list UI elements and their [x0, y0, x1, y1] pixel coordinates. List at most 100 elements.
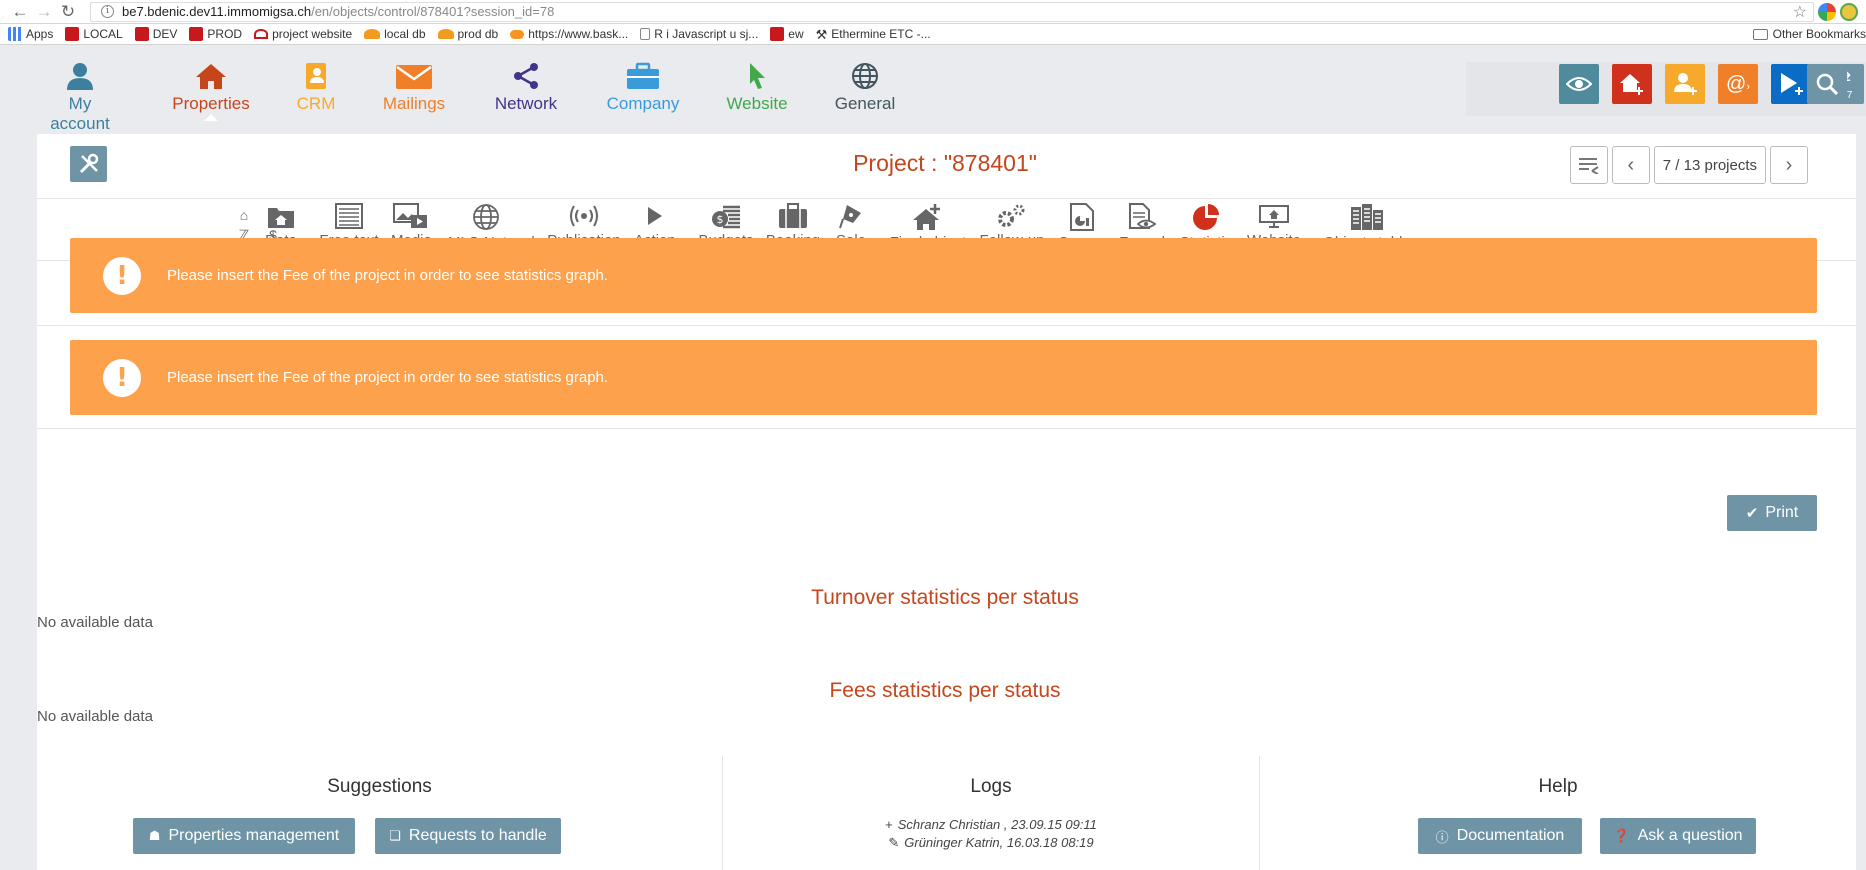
- module-general[interactable]: General: [834, 62, 896, 114]
- module-properties[interactable]: Properties: [167, 62, 255, 121]
- extension-pen-icon[interactable]: [1840, 2, 1858, 21]
- phpmyadmin-icon: [364, 29, 381, 39]
- documentation-button[interactable]: ⓘ Documentation: [1418, 818, 1582, 854]
- bookmark-ethermine[interactable]: ⚒ Ethermine ETC -...: [815, 27, 931, 42]
- forward-icon[interactable]: →: [32, 2, 56, 22]
- project-list-button[interactable]: [1569, 146, 1608, 184]
- bookmark-local-db[interactable]: local db: [364, 27, 426, 41]
- house-icon: [196, 64, 226, 89]
- bookmark-star-icon[interactable]: ☆: [1793, 2, 1807, 22]
- new-action-button[interactable]: [1771, 64, 1811, 104]
- bookmark-prod-db[interactable]: prod db: [437, 27, 498, 41]
- play-plus-icon: [1781, 73, 1803, 95]
- bookmark-prod[interactable]: PROD: [189, 27, 242, 41]
- monitor-icon: [1259, 205, 1289, 228]
- add-property-button[interactable]: [1612, 64, 1652, 104]
- fees-statistics-title: Fees statistics per status: [829, 679, 1061, 702]
- print-button[interactable]: ✔ Print: [1727, 495, 1817, 531]
- play-icon: [648, 207, 662, 225]
- fees-no-data: No available data: [37, 708, 153, 725]
- bookmark-local[interactable]: LOCAL: [65, 27, 123, 41]
- house-search-icon[interactable]: ⌂: [229, 207, 259, 223]
- suggestions-panel: Suggestions ☗ Properties management ❏ Re…: [37, 756, 722, 870]
- divider: [37, 428, 1856, 429]
- bookmark-dev[interactable]: DEV: [134, 27, 177, 41]
- bookmark-ew[interactable]: ew: [770, 27, 804, 41]
- eye-icon: [1566, 77, 1592, 91]
- share-icon: [514, 63, 538, 89]
- checkmark-icon: ✔: [1745, 505, 1759, 522]
- house-plus-icon: [1620, 74, 1643, 95]
- ask-question-button[interactable]: ❓ Ask a question: [1600, 818, 1756, 854]
- project-counter: 7 / 13 projects: [1653, 146, 1766, 184]
- properties-icon: ☗: [148, 828, 161, 843]
- help-panel: Help ⓘ Documentation ❓ Ask a question: [1259, 756, 1856, 870]
- phpmyadmin-icon: [437, 29, 454, 39]
- cursor-icon: [750, 63, 765, 89]
- apps-grid-icon: [8, 27, 22, 41]
- buildings-icon: [1351, 204, 1383, 230]
- log-entry: ✎ Grüninger Katrin, 16.03.18 08:19: [888, 835, 1094, 850]
- plus-icon: +: [885, 817, 893, 832]
- house-favicon-icon: [65, 27, 80, 41]
- money-stack-icon: $: [712, 205, 740, 229]
- pickaxe-icon: ⚒: [815, 27, 828, 42]
- url-host: be7.bdenic.dev11.immomigsa.ch: [122, 4, 312, 19]
- globe-icon: [473, 204, 499, 230]
- bookmark-project-website[interactable]: project website: [254, 27, 352, 41]
- alert-message: Please insert the Fee of the project in …: [167, 267, 609, 284]
- reload-icon[interactable]: ↻: [56, 2, 80, 22]
- log-entry: + Schranz Christian , 23.09.15 09:11: [885, 817, 1097, 832]
- turnover-statistics-title: Turnover statistics per status: [811, 586, 1079, 609]
- list-back-icon: [1578, 158, 1599, 174]
- module-network[interactable]: Network: [492, 62, 560, 114]
- document-eye-icon: [1129, 203, 1156, 229]
- bookmark-apps[interactable]: Apps: [8, 27, 53, 41]
- document-icon: [640, 28, 651, 40]
- svg-text:$: $: [717, 213, 724, 226]
- bookmark-javascript[interactable]: R i Javascript u sj...: [640, 27, 758, 41]
- divider: [37, 325, 1856, 326]
- quick-actions: @› ⇄ 397: [1466, 62, 1866, 116]
- folder-house-icon: [268, 208, 294, 228]
- folder-icon: [1752, 28, 1768, 40]
- other-bookmarks[interactable]: Other Bookmarks: [1752, 27, 1866, 41]
- address-bar[interactable]: i be7.bdenic.dev11.immomigsa.ch/en/objec…: [90, 1, 1814, 22]
- project-pager: ‹ 7 / 13 projects ›: [1566, 146, 1808, 184]
- search-button[interactable]: [1807, 64, 1847, 104]
- briefcase-icon: [627, 62, 659, 89]
- extension-colors-icon[interactable]: [1818, 2, 1836, 21]
- module-crm[interactable]: CRM: [293, 62, 339, 114]
- chevron-left-icon: ‹: [1627, 153, 1635, 176]
- broadcast-icon: [570, 205, 598, 227]
- fee-warning-alert: ! Please insert the Fee of the project i…: [70, 238, 1817, 313]
- logs-title: Logs: [970, 776, 1012, 797]
- house-favicon-icon: [770, 27, 785, 41]
- turnover-no-data: No available data: [37, 614, 153, 631]
- previous-project-button[interactable]: ‹: [1611, 146, 1650, 184]
- address-book-icon: [306, 63, 326, 89]
- info-circle-icon: ⓘ: [1435, 829, 1449, 845]
- bookmark-bask[interactable]: https://www.bask...: [510, 27, 628, 41]
- module-my-account[interactable]: My account: [37, 62, 123, 134]
- suitcase-icon: [779, 203, 807, 228]
- new-mailing-button[interactable]: @›: [1718, 64, 1758, 104]
- user-icon: [67, 63, 93, 90]
- module-website[interactable]: Website: [725, 62, 789, 114]
- preview-button[interactable]: [1559, 64, 1599, 104]
- module-mailings[interactable]: Mailings: [380, 62, 448, 114]
- gears-icon: [998, 204, 1025, 227]
- requests-to-handle-button[interactable]: ❏ Requests to handle: [375, 818, 561, 854]
- envelope-icon: [396, 65, 432, 89]
- back-icon[interactable]: ←: [8, 2, 32, 22]
- project-card: Project : "878401" ‹ 7 / 13 projects › ⌂…: [37, 134, 1856, 870]
- add-contact-button[interactable]: [1665, 64, 1705, 104]
- arc-favicon-icon: [254, 29, 269, 39]
- module-company[interactable]: Company: [605, 62, 681, 114]
- requests-icon: ❏: [389, 828, 401, 843]
- info-icon[interactable]: i: [101, 5, 114, 18]
- house-favicon-icon: [134, 27, 149, 41]
- properties-management-button[interactable]: ☗ Properties management: [133, 818, 355, 854]
- next-project-button[interactable]: ›: [1770, 146, 1808, 184]
- bookmarks-bar: Apps LOCAL DEV PROD project website loca…: [0, 24, 1866, 45]
